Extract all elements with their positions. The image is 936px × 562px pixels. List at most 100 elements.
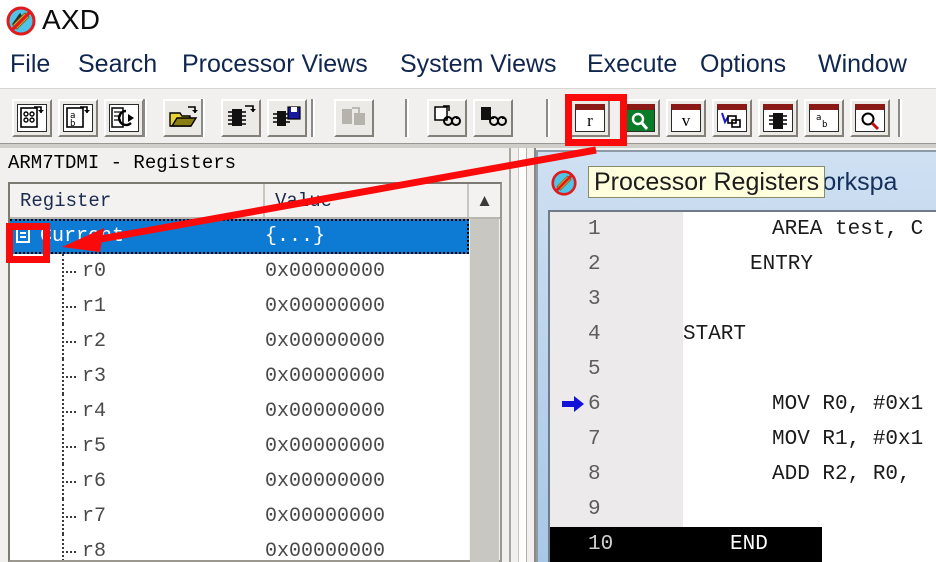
tree-tick	[62, 306, 76, 308]
register-name: r7	[82, 505, 107, 528]
register-name: r0	[82, 260, 107, 283]
open-file-button[interactable]	[163, 99, 203, 137]
chevron-up-icon: ▲	[476, 190, 493, 210]
code-line[interactable]: 2 ENTRY	[550, 247, 936, 282]
open-folder-icon	[168, 104, 198, 132]
execute-script-icon	[109, 104, 139, 132]
table-row[interactable]: r4 0x00000000	[10, 394, 469, 429]
table-row[interactable]: r7 0x00000000	[10, 499, 469, 534]
source-code-view[interactable]: 1 AREA test, C 2 ENTRY 3 4 START 5 6 MOV…	[548, 210, 936, 562]
line-number: 8	[588, 463, 601, 486]
registers-window-title: ARM7TDMI - Registers	[8, 152, 237, 174]
menu-item-file[interactable]: File	[10, 50, 50, 79]
code-line[interactable]: 8 ADD R2, R0,	[550, 457, 936, 492]
menu-item-search[interactable]: Search	[78, 50, 157, 79]
code-line-selected[interactable]: 10 END	[550, 527, 822, 562]
search-view-button[interactable]	[850, 99, 890, 137]
axd-no-entry-icon	[6, 6, 36, 36]
table-row[interactable]: r2 0x00000000	[10, 324, 469, 359]
menu-item-window[interactable]: Window	[818, 50, 907, 79]
registers-vertical-scrollbar[interactable]	[469, 219, 500, 562]
table-row[interactable]: r0 0x00000000	[10, 254, 469, 289]
toolbar: a b r v a b	[0, 88, 936, 148]
disassembly-view-button[interactable]: a b	[804, 99, 844, 137]
save-memory-button[interactable]	[267, 99, 307, 137]
table-row[interactable]: r5 0x00000000	[10, 429, 469, 464]
app-title: AXD	[42, 4, 101, 35]
register-name: Current	[40, 225, 125, 248]
toolbar-separator	[201, 99, 205, 137]
registers-icon: r	[575, 104, 605, 132]
reload-image-icon: a b	[63, 104, 93, 132]
register-value: 0x00000000	[265, 260, 386, 283]
processor-registers-button[interactable]: r	[570, 99, 610, 137]
registers-table: Register Value ▲ Current {...} r0 0x0000…	[8, 182, 502, 562]
column-header-register[interactable]: Register	[10, 184, 265, 217]
code-line[interactable]: 1 AREA test, C	[550, 212, 936, 247]
table-row[interactable]: r8 0x00000000	[10, 534, 469, 560]
copy-button[interactable]	[334, 99, 374, 137]
menu-item-execute[interactable]: Execute	[587, 50, 677, 79]
line-text: START	[683, 323, 747, 346]
memory-view-button[interactable]	[620, 99, 660, 137]
code-line[interactable]: 5	[550, 352, 936, 387]
find-source-icon	[432, 104, 462, 132]
table-row[interactable]: Current {...}	[10, 219, 469, 254]
register-name: r3	[82, 365, 107, 388]
line-number: 2	[588, 253, 601, 276]
toolbar-separator	[311, 99, 315, 137]
backtrace-icon	[763, 104, 793, 132]
load-memory-button[interactable]	[221, 99, 261, 137]
line-text: MOV R0, #0x1	[772, 393, 924, 416]
code-line[interactable]: 3	[550, 282, 936, 317]
reload-image-button[interactable]: a b	[58, 99, 98, 137]
register-value: {...}	[265, 225, 326, 248]
splitter-grip[interactable]	[518, 148, 527, 562]
menu-item-processor-views[interactable]: Processor Views	[182, 50, 368, 79]
watch-view-button[interactable]	[712, 99, 752, 137]
scroll-up-header[interactable]: ▲	[469, 184, 500, 217]
code-line[interactable]: 7 MOV R1, #0x1	[550, 422, 936, 457]
find-source-button[interactable]	[427, 99, 467, 137]
line-text: END	[730, 533, 768, 556]
menu-item-options[interactable]: Options	[700, 50, 786, 79]
chip-save-icon	[272, 104, 302, 132]
register-value: 0x00000000	[265, 470, 386, 493]
find-binary-button[interactable]	[473, 99, 513, 137]
tree-tick	[62, 481, 76, 483]
axd-no-entry-icon	[551, 170, 577, 196]
line-text: ADD R2, R0,	[772, 463, 911, 486]
tree-tick	[62, 271, 76, 273]
table-row[interactable]: r3 0x00000000	[10, 359, 469, 394]
code-line[interactable]: 9	[550, 492, 936, 527]
line-number: 10	[588, 533, 614, 556]
title-bar: AXD	[0, 0, 936, 44]
register-name: r5	[82, 435, 107, 458]
column-header-value[interactable]: Value	[265, 184, 469, 217]
variables-view-button[interactable]: v	[666, 99, 706, 137]
table-row[interactable]: r6 0x00000000	[10, 464, 469, 499]
tooltip-processor-registers: Processor Registers	[588, 166, 826, 198]
load-image-button[interactable]	[12, 99, 52, 137]
tree-tick	[62, 516, 76, 518]
menu-bar[interactable]: File Search Processor Views System Views…	[0, 44, 936, 88]
register-value: 0x00000000	[265, 540, 386, 560]
line-number: 3	[588, 288, 601, 311]
line-number: 9	[588, 498, 601, 521]
toolbar-separator	[898, 99, 902, 137]
line-text: AREA test, C	[772, 218, 924, 241]
variables-icon: v	[671, 104, 701, 132]
backtrace-view-button[interactable]	[758, 99, 798, 137]
table-row[interactable]: r1 0x00000000	[10, 289, 469, 324]
code-line[interactable]: 4 START	[550, 317, 936, 352]
menu-item-system-views[interactable]: System Views	[400, 50, 557, 79]
tree-tick	[62, 411, 76, 413]
execute-script-button[interactable]	[104, 99, 144, 137]
scrollbar-thumb[interactable]	[470, 219, 499, 562]
line-number: 5	[588, 358, 601, 381]
code-line-current[interactable]: 6 MOV R0, #0x1	[550, 387, 936, 422]
line-number: 6	[588, 393, 601, 416]
window-splitter[interactable]	[509, 148, 536, 562]
line-number: 7	[588, 428, 601, 451]
tree-expander-icon[interactable]	[14, 226, 36, 246]
